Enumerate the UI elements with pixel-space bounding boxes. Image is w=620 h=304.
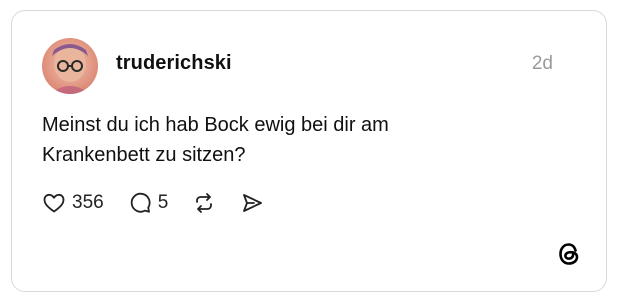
avatar[interactable] xyxy=(42,38,98,94)
like-button[interactable]: 356 xyxy=(42,191,104,215)
reply-button[interactable]: 5 xyxy=(128,191,169,215)
post-text: Meinst du ich hab Bock ewig bei dir am K… xyxy=(42,114,389,166)
reply-count: 5 xyxy=(157,192,169,213)
like-count: 356 xyxy=(72,192,104,213)
repost-icon xyxy=(196,193,213,213)
threads-logo-icon[interactable] xyxy=(556,241,582,267)
share-button[interactable] xyxy=(240,191,264,215)
timestamp: 2d xyxy=(531,53,553,74)
heart-icon xyxy=(43,193,65,213)
post-card[interactable]: truderichski 2d Meinst du ich hab Bock e… xyxy=(11,10,607,292)
send-icon xyxy=(243,194,263,212)
comment-icon xyxy=(130,192,151,213)
action-bar: 356 5 xyxy=(42,189,288,217)
repost-button[interactable] xyxy=(192,191,216,215)
username[interactable]: truderichski xyxy=(116,52,232,75)
